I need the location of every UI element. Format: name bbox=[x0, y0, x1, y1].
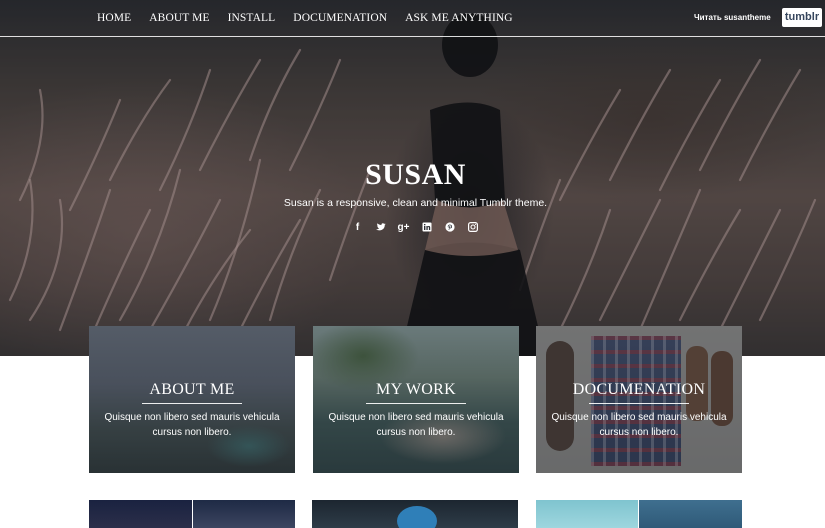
card-divider bbox=[366, 403, 466, 404]
nav-home[interactable]: HOME bbox=[97, 12, 131, 24]
my-work-card[interactable]: MY WORK Quisque non libero sed mauris ve… bbox=[313, 326, 519, 473]
site-description: Susan is a responsive, clean and minimal… bbox=[283, 197, 548, 209]
linkedin-icon[interactable] bbox=[415, 220, 438, 236]
post-thumbnail[interactable] bbox=[639, 500, 742, 528]
top-navigation: HOME ABOUT ME INSTALL DOCUMENATION ASK M… bbox=[0, 0, 825, 37]
post-thumbnail[interactable] bbox=[536, 500, 638, 528]
card-shade bbox=[89, 326, 295, 473]
card-title: MY WORK bbox=[376, 381, 456, 398]
google-plus-icon[interactable]: g+ bbox=[392, 220, 415, 236]
post-thumbnail[interactable] bbox=[89, 500, 192, 528]
thumbnail-shape bbox=[397, 506, 437, 528]
card-divider bbox=[589, 403, 689, 404]
pinterest-icon[interactable] bbox=[438, 220, 461, 236]
documenation-card[interactable]: DOCUMENATION Quisque non libero sed maur… bbox=[536, 326, 742, 473]
follow-link[interactable]: Читать susantheme bbox=[694, 13, 771, 22]
nav-documenation[interactable]: DOCUMENATION bbox=[293, 12, 387, 24]
card-title: DOCUMENATION bbox=[572, 381, 706, 398]
nav-ask-me-anything[interactable]: ASK ME ANYTHING bbox=[405, 12, 513, 24]
nav-about-me[interactable]: ABOUT ME bbox=[149, 12, 209, 24]
about-me-card[interactable]: ABOUT ME Quisque non libero sed mauris v… bbox=[89, 326, 295, 473]
card-shade bbox=[536, 326, 742, 473]
site-title: SUSAN bbox=[365, 158, 466, 191]
nav-links: HOME ABOUT ME INSTALL DOCUMENATION ASK M… bbox=[97, 12, 531, 24]
social-links: f g+ bbox=[346, 220, 484, 236]
card-title: ABOUT ME bbox=[149, 381, 235, 398]
post-thumbnail[interactable] bbox=[193, 500, 295, 528]
card-text: Quisque non libero sed mauris vehicula c… bbox=[328, 412, 504, 438]
post-thumbnail[interactable] bbox=[312, 500, 518, 528]
twitter-icon[interactable] bbox=[369, 220, 392, 236]
card-text: Quisque non libero sed mauris vehicula c… bbox=[551, 412, 727, 438]
facebook-icon[interactable]: f bbox=[346, 220, 369, 236]
card-shade bbox=[313, 326, 519, 473]
nav-install[interactable]: INSTALL bbox=[228, 12, 276, 24]
tumblr-logo-button[interactable]: tumblr bbox=[782, 8, 822, 27]
card-text: Quisque non libero sed mauris vehicula c… bbox=[104, 412, 280, 438]
card-divider bbox=[142, 403, 242, 404]
instagram-icon[interactable] bbox=[461, 220, 484, 236]
